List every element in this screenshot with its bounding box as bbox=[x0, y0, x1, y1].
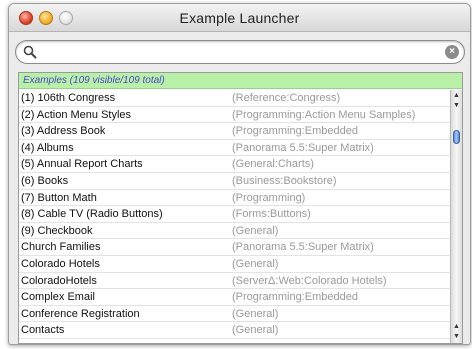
list-item-category: (General) bbox=[232, 257, 279, 270]
list-item[interactable]: (3) Address Book (Programming:Embedded bbox=[19, 123, 450, 140]
list-item-category: (Forms:Buttons) bbox=[232, 208, 311, 221]
list-item[interactable]: Conference Registration (General) bbox=[19, 306, 450, 323]
list-item[interactable]: (2) Action Menu Styles (Programming:Actio… bbox=[19, 107, 450, 124]
list-item[interactable]: Complex Email (Programming:Embedded bbox=[19, 289, 450, 306]
scroll-down-arrow-icon[interactable]: ▼ bbox=[451, 100, 462, 112]
list-item-category: (General) bbox=[232, 307, 279, 320]
list-item[interactable]: (9) Checkbook (General) bbox=[19, 223, 450, 240]
scroll-down-arrow-bottom-icon[interactable]: ▼ bbox=[451, 331, 462, 343]
list-item-category: (Programming:Action Menu Samples) bbox=[232, 108, 416, 121]
list-item-category: (Panorama 5.5:Super Matrix) bbox=[232, 241, 374, 254]
list-item-category: (Business:Bookstore) bbox=[232, 174, 337, 187]
list-item-name: Colorado Hotels bbox=[21, 257, 100, 270]
list-item[interactable]: (6) Books (Business:Bookstore) bbox=[19, 173, 450, 190]
list-item-name: Complex Email bbox=[21, 291, 95, 304]
list-item-category: (General) bbox=[232, 224, 279, 237]
list-item-name: Contacts bbox=[21, 324, 65, 337]
list-item-name: ColoradoHotels bbox=[21, 274, 97, 287]
list-item-name: Conference Registration bbox=[21, 307, 140, 320]
list-item-name: (8) Cable TV (Radio Buttons) bbox=[21, 208, 163, 221]
list-item-category: (Reference:Congress) bbox=[232, 92, 341, 104]
list-item[interactable]: ColoradoHotels (ServerΔ:Web:Colorado Hote… bbox=[19, 273, 450, 290]
list-item[interactable]: Contacts (General) bbox=[19, 322, 450, 339]
list-item[interactable]: Church Families (Panorama 5.5:Super Matri… bbox=[19, 239, 450, 256]
list-item-name: (6) Books bbox=[21, 174, 69, 187]
launcher-window: Example Launcher × Examples (109 visible… bbox=[8, 3, 471, 345]
scrollbar-thumb[interactable] bbox=[453, 130, 460, 145]
search-input[interactable] bbox=[42, 44, 432, 60]
title-bar[interactable]: Example Launcher bbox=[9, 4, 470, 32]
list-item-category: (Programming:Embedded bbox=[232, 291, 358, 304]
list-item-category: (Programming) bbox=[232, 191, 306, 204]
list-item[interactable]: (8) Cable TV (Radio Buttons) (Forms:Butto… bbox=[19, 206, 450, 223]
list-header: Examples (109 visible/109 total) bbox=[19, 73, 462, 89]
list-item-category: (Panorama 5.5:Super Matrix) bbox=[232, 141, 374, 154]
list-item-category: (General:Charts) bbox=[232, 158, 314, 171]
list-item[interactable]: Colorado Hotels (General) bbox=[19, 256, 450, 273]
list-item[interactable]: (4) Albums (Panorama 5.5:Super Matrix) bbox=[19, 140, 450, 157]
list-item-name: (4) Albums bbox=[21, 141, 74, 154]
list-item-name: (7) Button Math bbox=[21, 191, 97, 204]
list-item-name: (5) Annual Report Charts bbox=[21, 158, 143, 171]
search-icon bbox=[23, 45, 37, 59]
vertical-scrollbar[interactable]: ▲ ▼ ▲ ▼ bbox=[450, 90, 462, 343]
list-item[interactable]: (5) Annual Report Charts (General:Charts) bbox=[19, 156, 450, 173]
list-item-name: (1) 106th Congress bbox=[21, 92, 116, 104]
search-field[interactable]: × bbox=[15, 40, 465, 64]
list-item-category: (Programming:Embedded bbox=[232, 125, 358, 138]
list-item-category: (ServerΔ:Web:Colorado Hotels) bbox=[232, 274, 387, 287]
examples-list: Examples (109 visible/109 total) (1) 106… bbox=[18, 72, 463, 344]
list-item[interactable]: (7) Button Math (Programming) bbox=[19, 190, 450, 207]
list-item[interactable]: (1) 106th Congress (Reference:Congress) bbox=[19, 90, 450, 107]
list-item-name: (3) Address Book bbox=[21, 125, 106, 138]
list-rows: (1) 106th Congress (Reference:Congress) (2… bbox=[19, 90, 450, 339]
clear-search-icon[interactable]: × bbox=[445, 45, 459, 59]
list-item-name: Church Families bbox=[21, 241, 101, 254]
window-title: Example Launcher bbox=[179, 10, 300, 26]
list-item-category: (General) bbox=[232, 324, 279, 337]
list-item-name: (9) Checkbook bbox=[21, 224, 93, 237]
list-item-name: (2) Action Menu Styles bbox=[21, 108, 132, 121]
